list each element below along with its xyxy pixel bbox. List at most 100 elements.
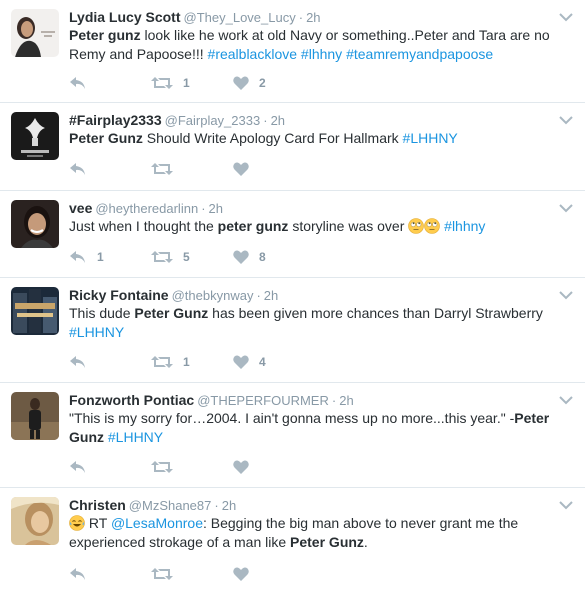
like-action[interactable]: 4 — [233, 353, 315, 371]
tweet-actions — [69, 565, 315, 583]
avatar[interactable] — [11, 9, 59, 57]
heart-icon[interactable] — [233, 250, 249, 264]
timestamp[interactable]: 2h — [264, 288, 278, 303]
tweet-header: #Fairplay2333 @Fairplay_2333 · 2h — [69, 111, 285, 130]
chevron-down-icon[interactable] — [559, 115, 573, 125]
highlighted-term: Peter Gunz — [134, 305, 209, 321]
display-name[interactable]: vee — [69, 200, 92, 216]
like-count: 2 — [259, 76, 266, 90]
like-action[interactable]: 2 — [233, 74, 315, 92]
tweet-header: Lydia Lucy Scott @They_Love_Lucy · 2h — [69, 8, 321, 27]
timestamp[interactable]: 2h — [271, 113, 285, 128]
retweet-icon[interactable] — [151, 162, 173, 176]
retweet-icon[interactable] — [151, 460, 173, 474]
reply-action[interactable]: 1 — [69, 248, 151, 266]
tweet[interactable]: vee @heytheredarlinn · 2h Just when I thoug… — [0, 191, 585, 278]
tweet-text: Peter Gunz Should Write Apology Card For… — [69, 129, 574, 148]
avatar[interactable] — [11, 200, 59, 248]
reply-action[interactable] — [69, 458, 151, 476]
user-handle[interactable]: @They_Love_Lucy — [184, 10, 296, 25]
hashtag-link[interactable]: #teamremyandpapoose — [346, 46, 493, 62]
user-handle[interactable]: @thebkynway — [172, 288, 254, 303]
chevron-down-icon[interactable] — [559, 395, 573, 405]
hashtag-link[interactable]: #lhhny — [444, 218, 485, 234]
rolling-eyes-emoji — [424, 218, 441, 234]
reply-icon[interactable] — [69, 162, 87, 176]
chevron-down-icon[interactable] — [559, 12, 573, 22]
retweet-icon[interactable] — [151, 76, 173, 90]
heart-icon[interactable] — [233, 567, 249, 581]
retweet-action[interactable]: 1 — [151, 353, 233, 371]
display-name[interactable]: Christen — [69, 497, 126, 513]
reply-action[interactable] — [69, 565, 151, 583]
highlighted-term: peter gunz — [217, 218, 289, 234]
separator-dot: · — [201, 201, 206, 216]
chevron-down-icon[interactable] — [559, 290, 573, 300]
tweet[interactable]: Lydia Lucy Scott @They_Love_Lucy · 2h Peter… — [0, 0, 585, 103]
tweet-actions — [69, 160, 315, 178]
tweet-text-segment: "This is my sorry for…2004. I ain't gonn… — [69, 410, 515, 426]
reply-action[interactable] — [69, 160, 151, 178]
user-handle[interactable]: @heytheredarlinn — [95, 201, 198, 216]
chevron-down-icon[interactable] — [559, 500, 573, 510]
reply-icon[interactable] — [69, 355, 87, 369]
avatar[interactable] — [11, 112, 59, 160]
tweet-actions — [69, 458, 315, 476]
like-action[interactable] — [233, 458, 315, 476]
hashtag-link[interactable]: #LHHNY — [108, 429, 163, 445]
reply-icon[interactable] — [69, 250, 87, 264]
display-name[interactable]: Ricky Fontaine — [69, 287, 169, 303]
avatar[interactable] — [11, 287, 59, 335]
heart-icon[interactable] — [233, 355, 249, 369]
timestamp[interactable]: 2h — [222, 498, 236, 513]
retweet-action[interactable] — [151, 565, 233, 583]
chevron-down-icon[interactable] — [559, 203, 573, 213]
tweet[interactable]: Fonzworth Pontiac @THEPERFOURMER · 2h "This… — [0, 383, 585, 488]
display-name[interactable]: Lydia Lucy Scott — [69, 9, 181, 25]
hashtag-link[interactable]: #LHHNY — [69, 324, 124, 340]
hashtag-link[interactable]: #lhhny — [301, 46, 342, 62]
like-action[interactable] — [233, 565, 315, 583]
reply-icon[interactable] — [69, 567, 87, 581]
retweet-action[interactable] — [151, 160, 233, 178]
reply-icon[interactable] — [69, 76, 87, 90]
avatar[interactable] — [11, 392, 59, 440]
user-handle[interactable]: @MzShane87 — [129, 498, 212, 513]
highlighted-term: Peter gunz — [69, 27, 141, 43]
reply-icon[interactable] — [69, 460, 87, 474]
tweet[interactable]: Christen @MzShane87 · 2h RT @LesaMonroe: Be… — [0, 488, 585, 593]
reply-action[interactable] — [69, 353, 151, 371]
retweet-action[interactable]: 1 — [151, 74, 233, 92]
retweet-action[interactable]: 5 — [151, 248, 233, 266]
hashtag-link[interactable]: #LHHNY — [403, 130, 458, 146]
display-name[interactable]: Fonzworth Pontiac — [69, 392, 194, 408]
retweet-icon[interactable] — [151, 355, 173, 369]
tweet-header: Ricky Fontaine @thebkynway · 2h — [69, 286, 278, 305]
tweet-text-segment: has been given more chances than Darryl … — [208, 305, 543, 321]
retweet-action[interactable] — [151, 458, 233, 476]
timestamp[interactable]: 2h — [339, 393, 353, 408]
like-action[interactable] — [233, 160, 315, 178]
like-action[interactable]: 8 — [233, 248, 315, 266]
heart-icon[interactable] — [233, 162, 249, 176]
heart-icon[interactable] — [233, 76, 249, 90]
retweet-icon[interactable] — [151, 250, 173, 264]
tweet-header: vee @heytheredarlinn · 2h — [69, 199, 223, 218]
tweet-text-segment: This dude — [69, 305, 135, 321]
reply-action[interactable] — [69, 74, 151, 92]
mention-link[interactable]: @LesaMonroe — [111, 515, 203, 531]
user-handle[interactable]: @THEPERFOURMER — [197, 393, 329, 408]
heart-icon[interactable] — [233, 460, 249, 474]
tweet[interactable]: Ricky Fontaine @thebkynway · 2h This dude P… — [0, 278, 585, 383]
hashtag-link[interactable]: #realblacklove — [208, 46, 298, 62]
separator-dot: · — [263, 113, 268, 128]
retweet-icon[interactable] — [151, 567, 173, 581]
user-handle[interactable]: @Fairplay_2333 — [165, 113, 261, 128]
display-name[interactable]: #Fairplay2333 — [69, 112, 162, 128]
tweet[interactable]: #Fairplay2333 @Fairplay_2333 · 2h Peter Gun… — [0, 103, 585, 191]
rolling-eyes-emoji — [408, 218, 425, 234]
timestamp[interactable]: 2h — [306, 10, 320, 25]
timestamp[interactable]: 2h — [209, 201, 223, 216]
avatar[interactable] — [11, 497, 59, 545]
highlighted-term: Peter Gunz — [69, 130, 143, 146]
